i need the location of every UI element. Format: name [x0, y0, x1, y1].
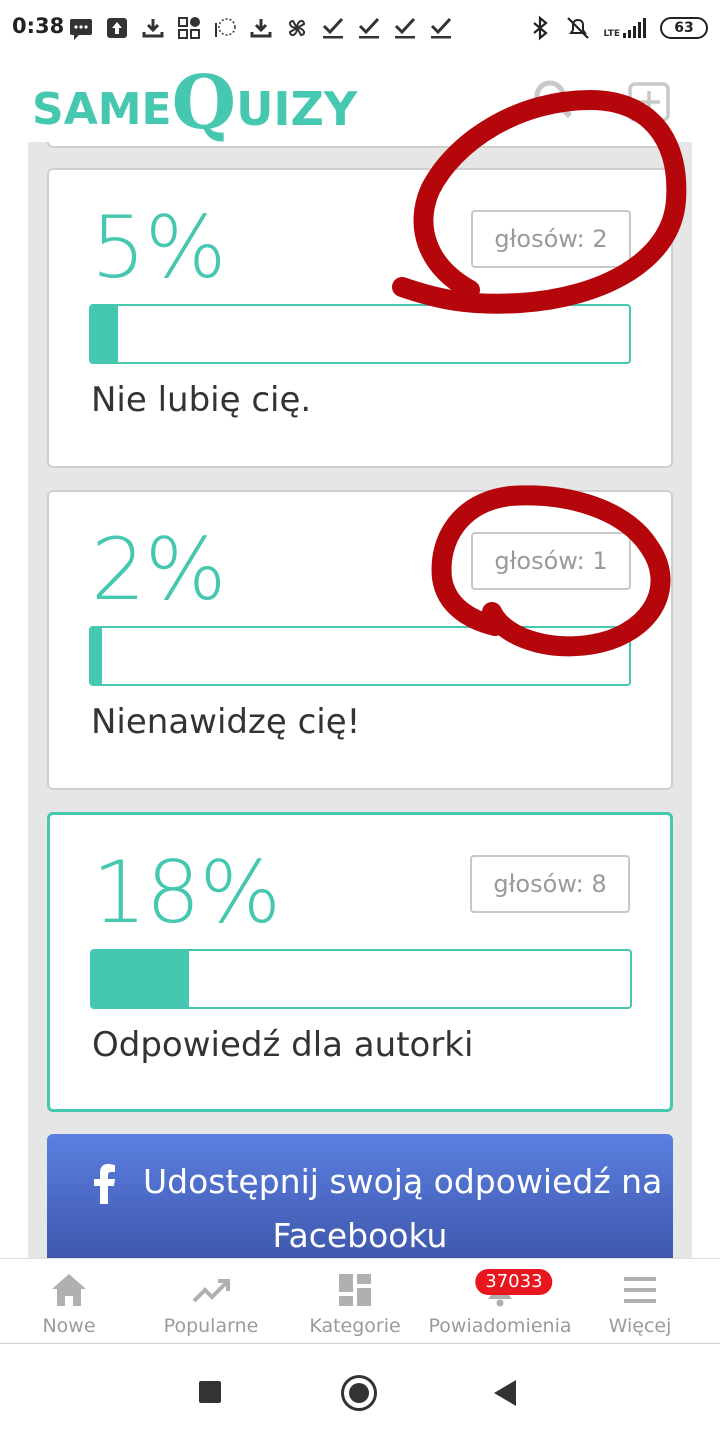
- logo-text-uizy: UIZY: [236, 82, 358, 136]
- pinwheel-icon: [288, 19, 306, 37]
- result-progress-bar: [89, 304, 631, 364]
- previous-result-card: [47, 142, 673, 148]
- logo-text-q: Q: [171, 60, 237, 146]
- share-facebook-button[interactable]: Udostępnij swoją odpowiedź na Facebooku: [47, 1134, 673, 1258]
- answer-text: Nienawidzę cię!: [91, 702, 361, 742]
- check-icon: [430, 17, 452, 39]
- nav-label: Kategorie: [309, 1315, 401, 1337]
- categories-icon: [339, 1274, 371, 1306]
- check-icon: [322, 17, 344, 39]
- logo-text-same: SAME: [32, 84, 172, 135]
- home-button-dot: [349, 1383, 369, 1403]
- facebook-icon: [94, 1164, 115, 1204]
- answer-text: Odpowiedź dla autorki: [92, 1025, 474, 1065]
- result-card: 5% głosów: 2 Nie lubię cię.: [47, 168, 673, 468]
- download-icon: [250, 19, 272, 38]
- trending-icon: [192, 1279, 230, 1303]
- status-time: 0:38: [12, 14, 65, 38]
- answer-text: Nie lubię cię.: [91, 380, 312, 420]
- search-icon[interactable]: [530, 78, 574, 122]
- result-progress-bar: [90, 949, 632, 1009]
- share-label-line2: Facebooku: [272, 1216, 448, 1255]
- result-percent: 2%: [91, 520, 226, 620]
- check-icon: [358, 17, 380, 39]
- bluetooth-icon: [533, 15, 549, 41]
- pinwheel-icon: [215, 18, 236, 37]
- nav-label: Więcej: [608, 1315, 672, 1337]
- upload-icon: [107, 18, 127, 38]
- nav-label: Powiadomienia: [428, 1315, 572, 1337]
- nav-item-nowe[interactable]: Nowe: [28, 1259, 110, 1345]
- nav-item-powiadomienia[interactable]: 37033 Powiadomienia: [424, 1259, 576, 1345]
- nav-item-popularne[interactable]: Popularne: [156, 1259, 266, 1345]
- menu-icon: [624, 1277, 656, 1303]
- samequizy-logo[interactable]: SAME Q UIZY: [32, 58, 358, 146]
- signal-icon: LTE: [603, 17, 648, 39]
- app-header: SAME Q UIZY: [0, 56, 720, 142]
- votes-count-badge: głosów: 1: [471, 532, 631, 590]
- mute-icon: [567, 17, 590, 39]
- notification-badge: 37033: [475, 1269, 553, 1295]
- add-icon[interactable]: [628, 82, 670, 122]
- nav-label: Nowe: [42, 1315, 96, 1337]
- battery-icon: 63: [660, 17, 708, 39]
- status-bar: 0:38 LTE 63: [0, 0, 720, 56]
- result-percent: 5%: [91, 198, 226, 298]
- result-card-selected: 18% głosów: 8 Odpowiedź dla autorki: [47, 812, 673, 1112]
- back-icon[interactable]: [494, 1380, 516, 1406]
- network-type: LTE: [603, 29, 620, 39]
- result-progress-bar: [89, 626, 631, 686]
- result-progress-fill: [91, 306, 118, 362]
- page: 0:38 LTE 63 SAME Q UIZY 5% głosów: 2 Nie…: [0, 0, 720, 1440]
- system-status: LTE 63: [527, 13, 708, 43]
- download-icon: [142, 19, 164, 38]
- nav-label: Popularne: [163, 1315, 259, 1337]
- home-icon: [52, 1274, 86, 1306]
- share-label-line1: Udostępnij swoją odpowiedź na: [143, 1162, 663, 1201]
- results-list: 5% głosów: 2 Nie lubię cię. 2% głosów: 1…: [28, 142, 692, 1258]
- system-navigation-bar: [0, 1344, 720, 1440]
- message-icon: [70, 19, 92, 40]
- result-card: 2% głosów: 1 Nienawidzę cię!: [47, 490, 673, 790]
- votes-count-badge: głosów: 8: [470, 855, 630, 913]
- result-percent: 18%: [92, 843, 281, 943]
- nav-item-kategorie[interactable]: Kategorie: [304, 1259, 406, 1345]
- nav-item-wiecej[interactable]: Więcej: [604, 1259, 676, 1345]
- notification-icons: [68, 14, 454, 42]
- qr-icon: [178, 17, 200, 39]
- home-button-icon[interactable]: [341, 1375, 377, 1411]
- bottom-navigation: Nowe Popularne Kategorie 37033 Powiadomi…: [0, 1258, 720, 1344]
- recent-apps-icon[interactable]: [199, 1381, 221, 1403]
- votes-count-badge: głosów: 2: [471, 210, 631, 268]
- result-progress-fill: [91, 628, 102, 684]
- check-icon: [394, 17, 416, 39]
- result-progress-fill: [92, 951, 189, 1007]
